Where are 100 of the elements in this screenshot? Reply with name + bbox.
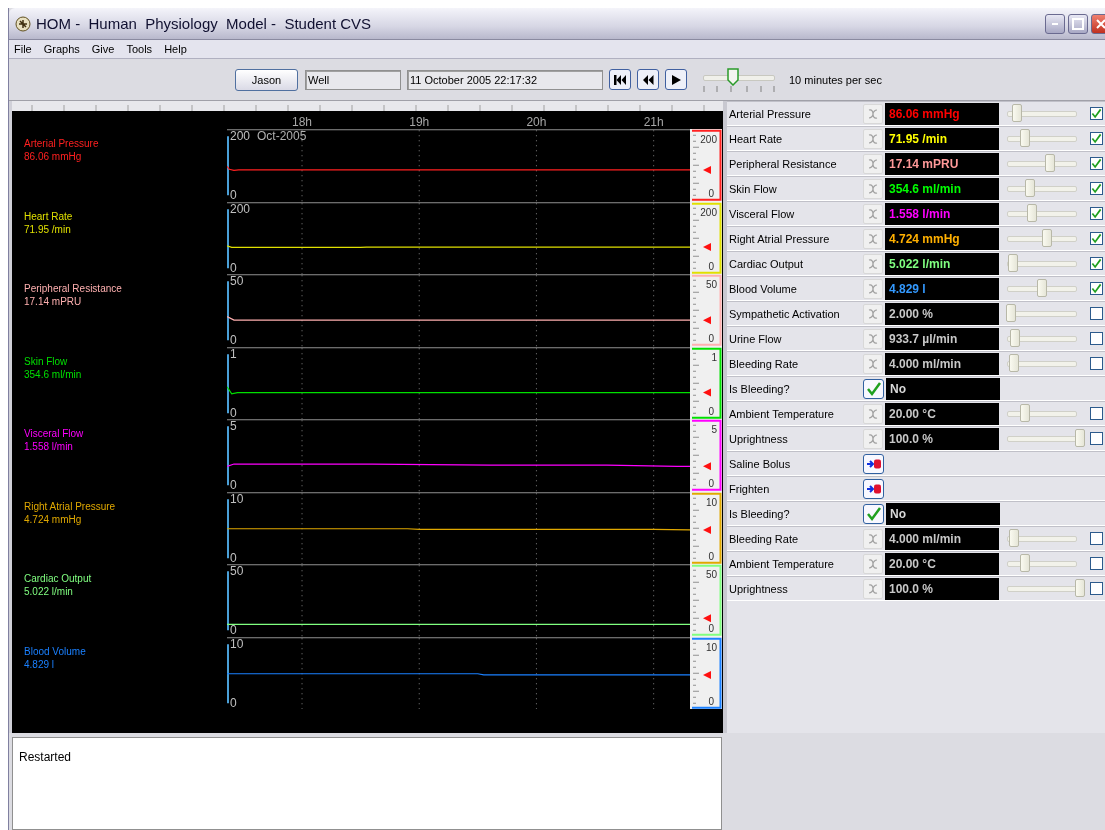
- slider-thumb[interactable]: [1025, 178, 1036, 197]
- graph-checkbox[interactable]: [1090, 282, 1103, 295]
- maximize-button[interactable]: [1068, 13, 1088, 34]
- scale-bracket: [691, 129, 722, 201]
- skip-to-start-button[interactable]: [609, 69, 631, 90]
- value-readout: 1.558 l/min: [889, 206, 951, 221]
- graph-checkbox[interactable]: [1090, 257, 1103, 270]
- formula-button[interactable]: [863, 328, 883, 349]
- scale-label: 0: [708, 188, 714, 200]
- menu-item[interactable]: Give: [91, 43, 115, 55]
- trace-name: Arterial Pressure: [24, 137, 99, 150]
- formula-button[interactable]: [863, 128, 883, 149]
- slider-thumb[interactable]: [1019, 403, 1030, 422]
- formula-button[interactable]: [863, 303, 883, 324]
- formula-button[interactable]: [863, 278, 883, 299]
- value-readout: 71.95 /min: [889, 131, 948, 146]
- script-x-icon: [867, 532, 879, 545]
- slider-thumb[interactable]: [1012, 103, 1022, 122]
- graph-checkbox[interactable]: [1090, 107, 1103, 120]
- level-marker: [703, 462, 711, 471]
- scale-label: 50: [705, 279, 717, 291]
- scale-label: 5: [711, 424, 717, 436]
- graph-checkbox[interactable]: [1090, 332, 1103, 345]
- script-x-icon: [867, 132, 879, 145]
- axis-label: 5: [230, 419, 237, 434]
- slider-thumb[interactable]: [1008, 353, 1019, 372]
- graph-checkbox[interactable]: [1090, 407, 1103, 420]
- trace-name: Blood Volume: [24, 644, 86, 658]
- axis-label: 0: [230, 188, 237, 202]
- apply-button[interactable]: [863, 478, 884, 499]
- menu-item[interactable]: Graphs: [43, 43, 80, 55]
- formula-button[interactable]: [863, 253, 883, 274]
- graph-checkbox[interactable]: [1090, 307, 1103, 320]
- slider-thumb[interactable]: [1007, 253, 1018, 272]
- parameter-name: Visceral Flow: [728, 207, 796, 220]
- slider-thumb[interactable]: [1075, 428, 1085, 447]
- formula-button[interactable]: [863, 553, 883, 574]
- scale-bracket: [691, 347, 722, 419]
- slider-thumb[interactable]: [1008, 528, 1019, 547]
- formula-button[interactable]: [863, 203, 883, 224]
- rewind-button[interactable]: [637, 69, 659, 90]
- slider-thumb[interactable]: [1044, 153, 1055, 172]
- graph-checkbox[interactable]: [1090, 432, 1103, 445]
- graph-checkbox[interactable]: [1090, 132, 1103, 145]
- scale-label: 1: [711, 351, 717, 363]
- speed-slider[interactable]: [703, 67, 775, 92]
- script-x-icon: [867, 582, 879, 595]
- formula-button[interactable]: [863, 153, 883, 174]
- scale-bracket: [691, 492, 722, 564]
- value-readout: 17.14 mPRU: [889, 156, 959, 171]
- scale-bracket: [691, 419, 722, 491]
- slider-thumb[interactable]: [1005, 303, 1016, 322]
- toggle-button[interactable]: [863, 503, 884, 524]
- slider-thumb[interactable]: [1042, 228, 1053, 247]
- scale-label: 10: [705, 496, 717, 508]
- graph-checkbox[interactable]: [1090, 182, 1103, 195]
- scale-ruler: [692, 569, 700, 631]
- graph-checkbox[interactable]: [1090, 157, 1103, 170]
- menu-item[interactable]: Help: [164, 43, 187, 55]
- axis-label: 10: [230, 636, 244, 651]
- log-message: Restarted: [19, 750, 73, 764]
- slider-thumb[interactable]: [1020, 128, 1031, 147]
- slider-thumb[interactable]: [1009, 328, 1020, 347]
- parameter-slider[interactable]: [1005, 428, 1085, 449]
- apply-button[interactable]: [863, 453, 884, 474]
- minimize-icon: [1052, 22, 1058, 25]
- parameter-slider[interactable]: [1005, 578, 1085, 599]
- formula-button[interactable]: [863, 228, 883, 249]
- slider-thumb[interactable]: [1075, 578, 1085, 597]
- script-x-icon: [867, 282, 879, 295]
- graph-checkbox[interactable]: [1090, 232, 1103, 245]
- level-marker: [703, 165, 711, 174]
- slider-thumb[interactable]: [1019, 553, 1030, 572]
- close-button[interactable]: [1091, 13, 1105, 34]
- speed-label: 10 minutes per sec: [789, 73, 882, 86]
- slider-thumb[interactable]: [727, 67, 739, 86]
- graph-checkbox[interactable]: [1090, 207, 1103, 220]
- date-label: Oct-2005: [257, 129, 307, 144]
- play-button[interactable]: [665, 69, 687, 90]
- slider-thumb[interactable]: [1026, 203, 1037, 222]
- check-icon: [1091, 208, 1102, 219]
- parameter-name: Heart Rate: [728, 132, 784, 145]
- menu-item[interactable]: File: [14, 43, 32, 55]
- menu-item[interactable]: Tools: [126, 43, 153, 55]
- graph-checkbox[interactable]: [1090, 532, 1103, 545]
- formula-button[interactable]: [863, 178, 883, 199]
- skip-to-start-icon: [613, 73, 627, 86]
- slider-thumb[interactable]: [1037, 278, 1048, 297]
- graph-checkbox[interactable]: [1090, 582, 1103, 595]
- formula-button[interactable]: [863, 103, 883, 124]
- axis-label: 19h: [409, 115, 430, 129]
- minimize-button[interactable]: [1045, 13, 1065, 34]
- graph-checkbox[interactable]: [1090, 557, 1103, 570]
- graph-checkbox[interactable]: [1090, 357, 1103, 370]
- formula-button[interactable]: [863, 578, 883, 599]
- toggle-button[interactable]: [863, 378, 884, 399]
- scale-ruler: [692, 207, 700, 269]
- scale-label: 200: [700, 134, 717, 146]
- patient-button[interactable]: Jason: [235, 68, 298, 91]
- parameter-name: Is Bleeding?: [728, 507, 791, 520]
